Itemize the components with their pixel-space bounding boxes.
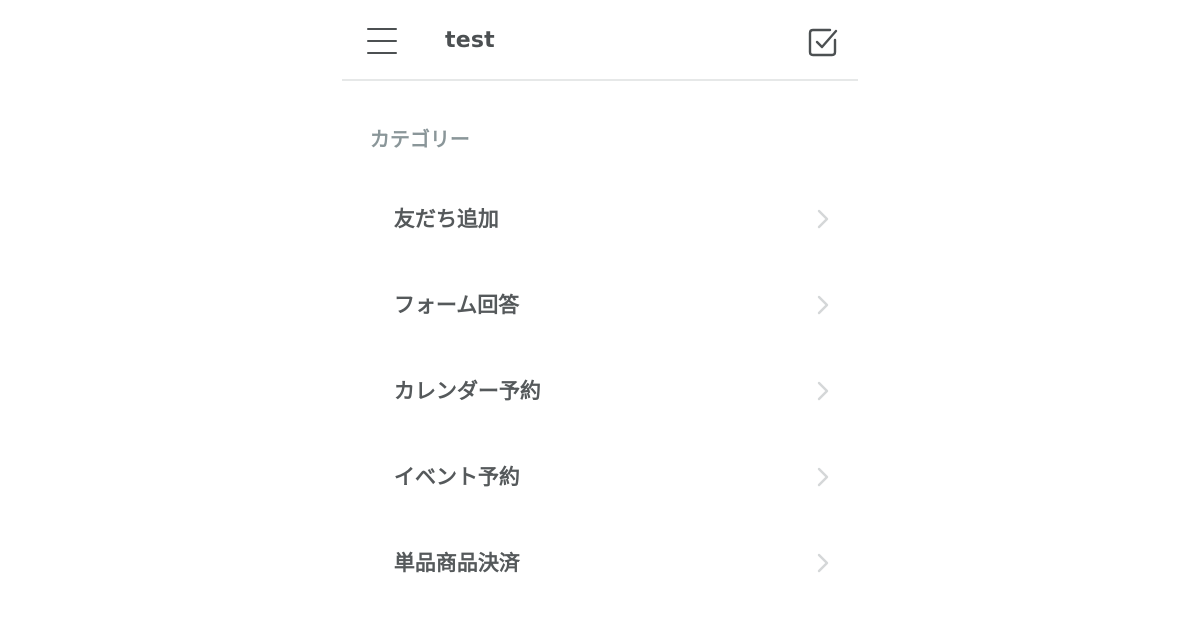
chevron-right-icon (817, 467, 829, 487)
list-item-calendar-booking[interactable]: カレンダー予約 (342, 348, 858, 434)
list-item-label: 友だち追加 (394, 207, 499, 231)
checkbox-compose-icon[interactable] (806, 25, 840, 59)
category-section-label: カテゴリー (370, 127, 470, 151)
list-item-single-product-payment[interactable]: 単品商品決済 (342, 520, 858, 606)
category-list: 友だち追加 フォーム回答 カレンダー予約 イベント予約 単品商品決済 (342, 176, 858, 606)
chevron-right-icon (817, 209, 829, 229)
hamburger-menu-icon[interactable] (366, 26, 398, 56)
list-item-label: カレンダー予約 (394, 379, 541, 403)
list-item-friend-add[interactable]: 友だち追加 (342, 176, 858, 262)
list-item-event-booking[interactable]: イベント予約 (342, 434, 858, 520)
chevron-right-icon (817, 295, 829, 315)
app-screen: test カテゴリー 友だち追加 フォーム回答 カレンダー予約 イベント予約 単… (342, 0, 858, 630)
page-title: test (445, 28, 495, 53)
app-header: test (342, 0, 858, 81)
chevron-right-icon (817, 553, 829, 573)
list-item-label: フォーム回答 (394, 293, 520, 317)
chevron-right-icon (817, 381, 829, 401)
list-item-label: イベント予約 (394, 465, 520, 489)
list-item-form-response[interactable]: フォーム回答 (342, 262, 858, 348)
list-item-label: 単品商品決済 (394, 551, 520, 575)
